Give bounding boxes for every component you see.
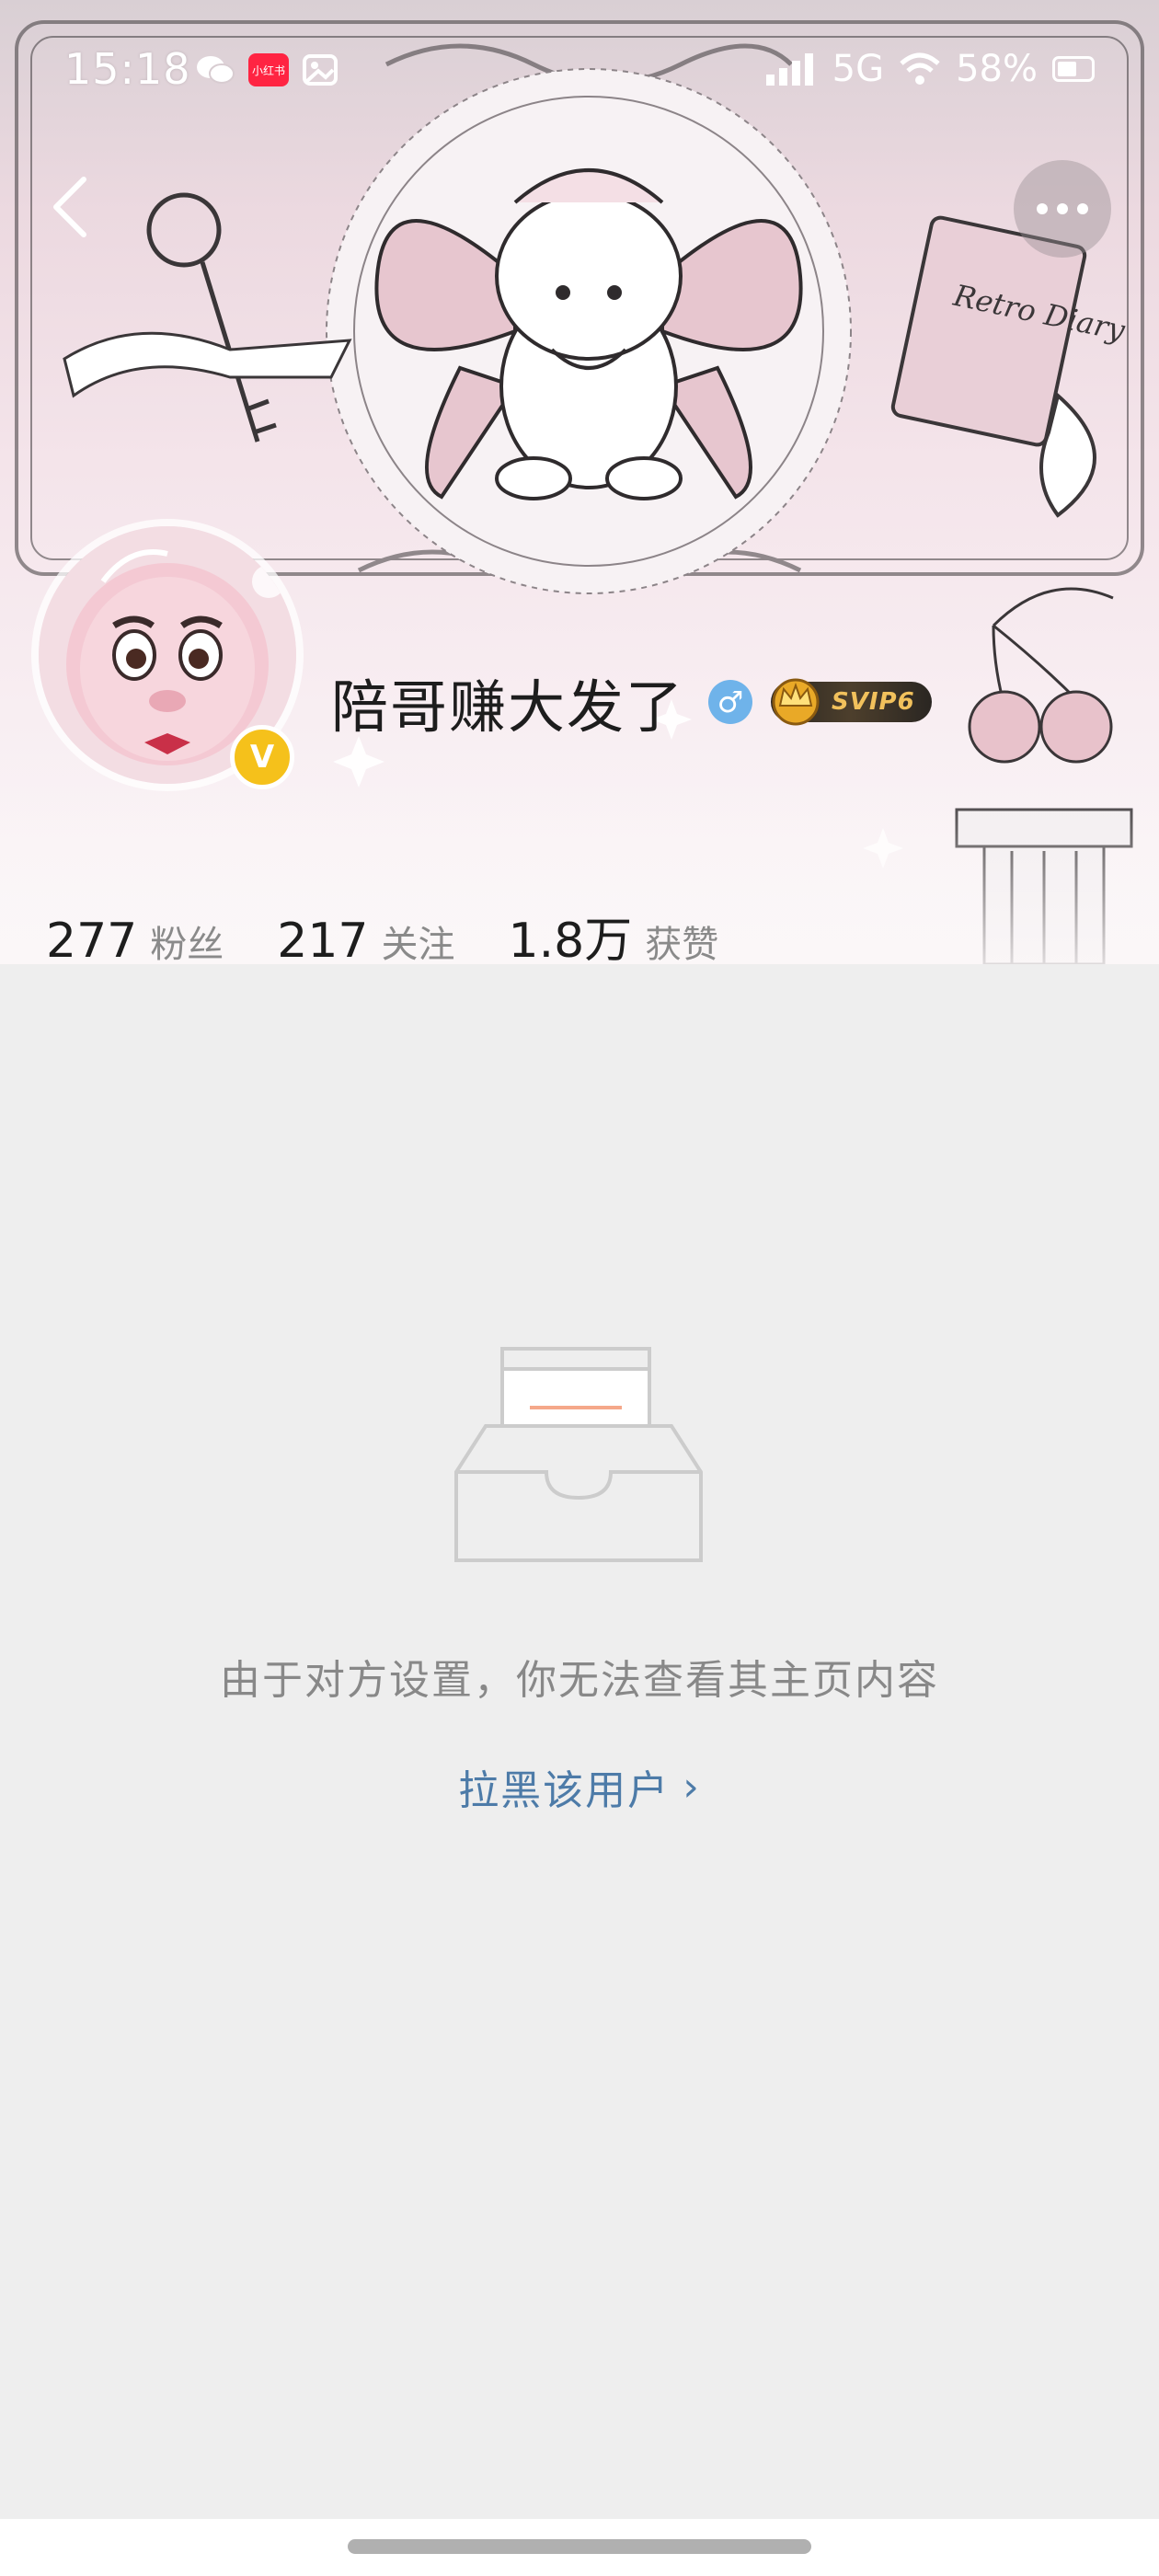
stat-value: 277	[46, 914, 138, 964]
battery-icon	[1052, 56, 1095, 82]
stat-label: 获赞	[645, 924, 719, 964]
svip-badge[interactable]: SVIP6	[771, 678, 932, 726]
restricted-message: 由于对方设置，你无法查看其主页内容	[220, 1657, 939, 1704]
status-app-icons: 小红书	[195, 53, 339, 86]
stat-label: 关注	[381, 924, 455, 964]
block-user-link[interactable]: 拉黑该用户 ›	[0, 1757, 1159, 1816]
back-button[interactable]	[37, 166, 101, 248]
svip-label: SVIP6	[832, 688, 915, 716]
wifi-icon	[900, 52, 940, 85]
more-dots-icon	[1037, 203, 1088, 214]
stat-likes[interactable]: 1.8万 获赞	[509, 902, 719, 964]
bunny-plush	[495, 168, 683, 500]
stat-followers[interactable]: 277 粉丝	[46, 914, 224, 964]
profile-header: Retro Diary 15:18 小红书 5G 58% V 陪哥赚大发了 ♂ …	[0, 0, 1159, 964]
stat-value: 217	[277, 914, 369, 964]
chevron-left-icon	[53, 177, 86, 237]
diary-book: Retro Diary	[890, 215, 1129, 518]
cherry-ornament	[968, 587, 1114, 764]
crown-icon	[772, 678, 820, 726]
profile-screen: Retro Diary 15:18 小红书 5G 58% V 陪哥赚大发了 ♂ …	[0, 0, 1159, 2576]
image-icon	[303, 54, 338, 86]
status-time: 15:18	[64, 44, 191, 94]
gender-male-icon: ♂	[708, 680, 753, 724]
battery-fill	[1058, 62, 1076, 76]
battery-percent: 58%	[956, 48, 1038, 90]
profile-name-row: 陪哥赚大发了 ♂ SVIP6	[331, 661, 932, 743]
verified-badge: V	[230, 725, 294, 789]
stat-following[interactable]: 217 关注	[277, 914, 454, 964]
key-illustration	[146, 192, 277, 443]
status-bar: 15:18 小红书 5G 58%	[0, 0, 1159, 147]
home-indicator[interactable]	[348, 2539, 811, 2554]
stat-label: 粉丝	[150, 924, 224, 964]
stats-row: 277 粉丝 217 关注 1.8万 获赞	[46, 902, 718, 964]
network-type: 5G	[832, 48, 885, 90]
ribbon-left	[63, 331, 352, 398]
signal-icon	[765, 53, 813, 86]
xiaohongshu-icon: 小红书	[248, 53, 289, 86]
chevron-right-icon: ›	[683, 1763, 701, 1811]
stat-value: 1.8万	[508, 914, 633, 964]
empty-inbox-icon	[454, 1347, 703, 1562]
more-options-button[interactable]	[1014, 160, 1111, 258]
status-right: 5G 58%	[764, 48, 1095, 90]
wechat-icon	[197, 56, 235, 84]
user-name: 陪哥赚大发了	[331, 673, 685, 741]
block-user-label: 拉黑该用户	[458, 1767, 671, 1814]
